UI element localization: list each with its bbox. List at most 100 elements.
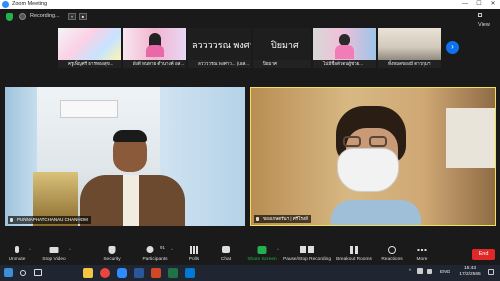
reactions-button[interactable]: Reactions <box>378 243 406 265</box>
participant-thumbnail[interactable]: ครูเพ็ญศรี ธารทองสุข... <box>58 28 121 68</box>
person-shirt <box>146 45 164 57</box>
participants-label: Participants <box>142 257 168 262</box>
windows-start-icon[interactable] <box>4 268 13 277</box>
share-screen-icon <box>257 246 267 254</box>
pause-stop-recording-button[interactable]: Pause/Stop Recording <box>282 243 332 265</box>
breakout-rooms-button[interactable]: Breakout Rooms <box>334 243 374 265</box>
minimize-button[interactable]: — <box>458 0 472 9</box>
participant-name-label: ของเกษตรันฯ | ศรีโรงสี <box>254 215 311 223</box>
participant-name-label: PUNNAPHATCHANAU CHANHOM <box>8 216 91 224</box>
zoom-app-icon[interactable] <box>117 268 127 278</box>
people-icon <box>146 246 154 253</box>
shield-icon <box>108 246 116 254</box>
glasses-right <box>369 136 387 147</box>
grid-view-icon <box>478 13 482 17</box>
mic-icon <box>256 217 259 221</box>
pause-stop-icon <box>300 246 314 253</box>
chevron-up-icon[interactable]: ^ <box>171 247 173 252</box>
more-button[interactable]: More <box>410 243 434 265</box>
chat-bubble-icon <box>222 246 230 253</box>
thumbnail-video <box>378 28 441 60</box>
security-label: Security <box>103 257 121 262</box>
recording-indicator-icon <box>19 13 26 20</box>
participant-thumbnail[interactable]: ทั้งหมดของมี ดาวกุมฯ <box>378 28 441 68</box>
zoom-logo-icon <box>2 1 9 8</box>
air-conditioner <box>60 100 118 118</box>
notifications-icon[interactable] <box>488 269 494 275</box>
mic-icon <box>10 218 13 222</box>
wall-panel <box>446 108 495 168</box>
tray-up-arrow-icon[interactable]: ^ <box>409 269 411 274</box>
thumbnail-name: ครูเพ็ญศรี ธารทองสุข... <box>58 60 121 68</box>
thumbnail-name: ทั้งหมดของมี ดาวกุมฯ <box>378 60 441 68</box>
powerpoint-icon[interactable] <box>151 268 161 278</box>
thumbnail-video <box>58 28 121 60</box>
security-shield-icon[interactable] <box>6 13 13 21</box>
polls-icon <box>190 246 198 254</box>
person-hair <box>113 130 147 142</box>
thumbnail-name: ผังดี หนทาย ดำนางค์ อส... <box>123 60 186 68</box>
participant-thumbnail[interactable]: ปิยมาศ ปิยมาศ <box>253 28 311 68</box>
chevron-up-icon[interactable]: ^ <box>29 247 31 252</box>
more-label: More <box>416 257 428 262</box>
thumbnail-video <box>313 28 376 60</box>
share-screen-button[interactable]: ^ Share Screen <box>244 243 280 265</box>
chat-button[interactable]: Chat <box>214 243 238 265</box>
participant-thumbnail[interactable]: ผังดี หนทาย ดำนางค์ อส... <box>123 28 186 68</box>
participants-button[interactable]: 91 ^ Participants <box>136 243 174 265</box>
clock-date: 17/2/2565 <box>459 272 481 277</box>
chevron-up-icon[interactable]: ^ <box>69 247 71 252</box>
participants-count: 91 <box>160 245 166 250</box>
polls-button[interactable]: Polls <box>182 243 206 265</box>
chrome-icon[interactable] <box>100 268 110 278</box>
stop-video-label: Stop Video <box>42 257 66 262</box>
thumbnail-name: ปิยมาศ <box>253 60 311 68</box>
network-icon[interactable] <box>417 268 423 274</box>
chevron-up-icon[interactable]: ^ <box>277 247 279 252</box>
stop-recording-button[interactable]: ■ <box>79 13 87 20</box>
word-icon[interactable] <box>134 268 144 278</box>
participant-thumbnail[interactable]: ไม่มีชื่อตัวตนผู้ช่วย... <box>313 28 376 68</box>
close-window-button[interactable]: ✕ <box>486 0 500 9</box>
glasses-left <box>343 136 361 147</box>
edge-icon[interactable] <box>185 268 195 278</box>
view-button[interactable]: View <box>478 12 494 28</box>
person-shirt <box>335 45 354 59</box>
participant-thumbnail-strip: ครูเพ็ญศรี ธารทองสุข... ผังดี หนทาย ดำนา… <box>0 28 500 68</box>
recording-status: Recording... <box>30 13 60 19</box>
breakout-rooms-label: Breakout Rooms <box>336 257 372 262</box>
active-speaker-video-tile[interactable]: ของเกษตรันฯ | ศรีโรงสี <box>250 87 496 226</box>
meeting-toolbar: ^ Unmute ^ Stop Video Security 91 ^ Part… <box>0 243 500 265</box>
search-icon[interactable] <box>20 270 26 276</box>
participant-name: ของเกษตรันฯ | ศรีโรงสี <box>263 216 308 221</box>
more-dots-icon <box>417 249 427 251</box>
video-camera-icon <box>49 247 59 253</box>
mic-muted-icon <box>15 246 19 253</box>
windows-taskbar: ^ ENG 15:43 17/2/2565 <box>0 265 500 281</box>
next-page-button[interactable]: › <box>446 41 459 54</box>
stop-video-button[interactable]: ^ Stop Video <box>36 243 72 265</box>
volume-icon[interactable] <box>427 269 432 274</box>
unmute-button[interactable]: ^ Unmute <box>2 243 32 265</box>
maximize-button[interactable]: ☐ <box>472 0 486 9</box>
thumbnail-name-overlay: ปิยมาศ <box>271 40 299 50</box>
participant-thumbnail[interactable]: ลววววรณ พงศาว... ลววววรณ พงศาว... (เอส..… <box>188 28 251 68</box>
polls-label: Polls <box>188 257 200 262</box>
security-button[interactable]: Security <box>96 243 128 265</box>
end-meeting-button[interactable]: End <box>472 249 495 260</box>
thumbnail-name-overlay: ลววววรณ พงศาว... <box>192 40 251 50</box>
thumbnail-name: ลววววรณ พงศาว... (เอส... <box>188 60 251 68</box>
meeting-info-bar: Recording... ⏸ ■ View <box>0 9 500 28</box>
face-mask <box>337 148 399 192</box>
file-explorer-icon[interactable] <box>83 268 93 278</box>
task-view-icon[interactable] <box>34 269 42 276</box>
excel-icon[interactable] <box>168 268 178 278</box>
language-indicator[interactable]: ENG <box>440 270 450 275</box>
window-title: Zoom Meeting <box>12 1 48 7</box>
clock-time: 15:43 <box>463 266 476 271</box>
participant-name: PUNNAPHATCHANAU CHANHOM <box>17 217 88 222</box>
clock[interactable]: 15:43 17/2/2565 <box>459 266 481 278</box>
participant-video-tile[interactable]: PUNNAPHATCHANAU CHANHOM <box>5 87 245 226</box>
person-shirt <box>331 200 421 225</box>
pause-recording-button[interactable]: ⏸ <box>68 13 76 20</box>
